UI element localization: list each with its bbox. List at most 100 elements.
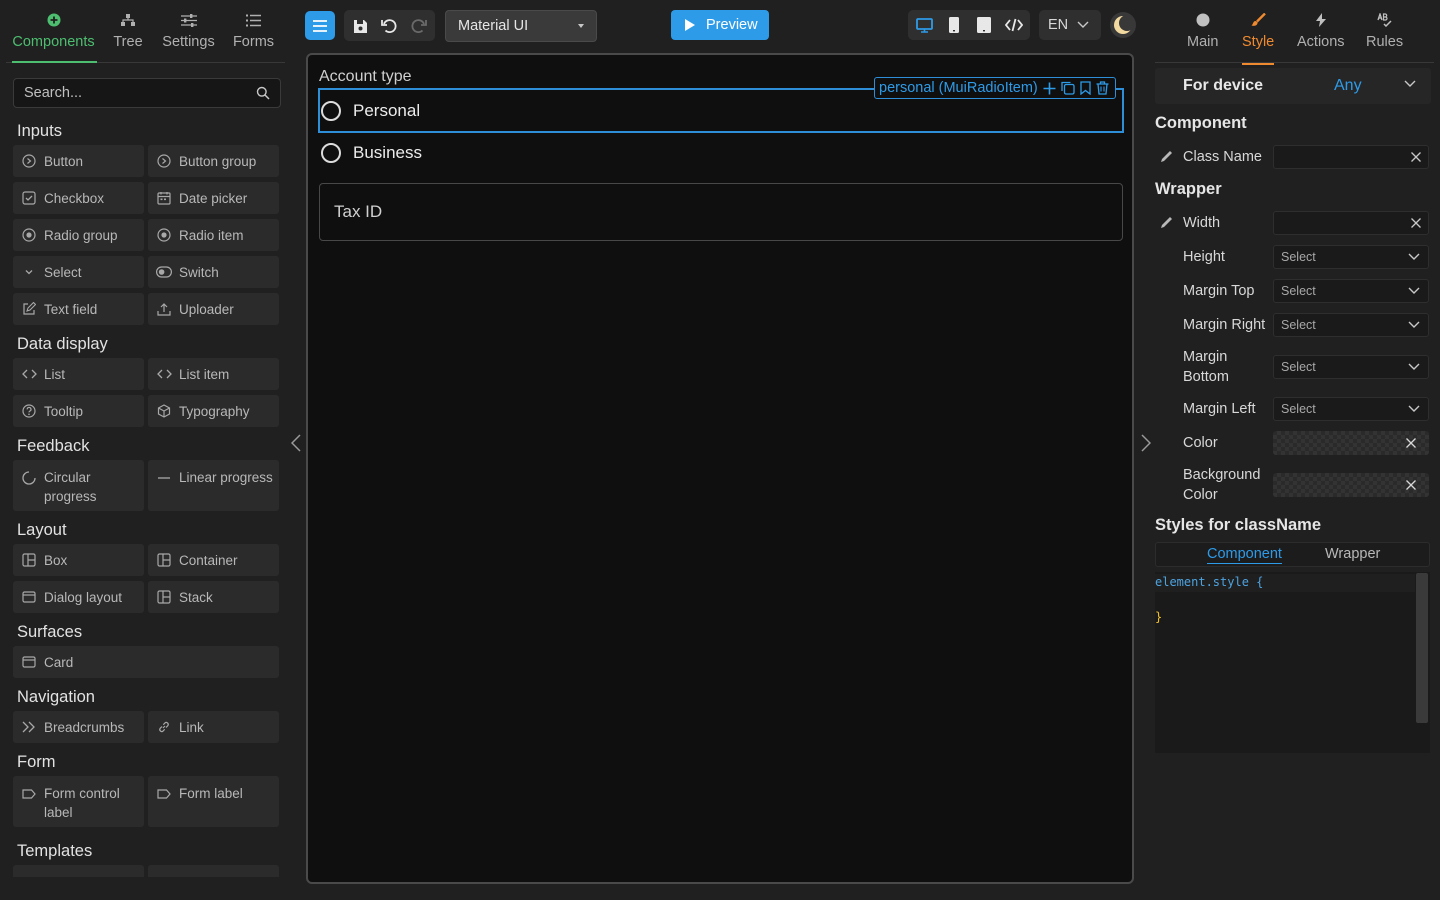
background-color-label: Background Color	[1183, 467, 1261, 503]
clear-icon[interactable]	[1410, 151, 1422, 163]
editor-scrollbar[interactable]	[1416, 573, 1428, 723]
search-icon[interactable]	[256, 86, 270, 100]
component-uploader[interactable]: Uploader	[148, 293, 279, 325]
component-list[interactable]: List	[13, 358, 144, 390]
mobile-icon[interactable]	[944, 15, 964, 35]
component-checkbox[interactable]: Checkbox	[13, 182, 144, 214]
menu-button[interactable]	[305, 11, 335, 40]
component-radio-item[interactable]: Radio item	[148, 219, 279, 251]
radio-item-business[interactable]: Business	[320, 140, 422, 165]
radio-circle[interactable]	[321, 100, 341, 121]
add-icon[interactable]	[1043, 82, 1056, 95]
layout-icon	[21, 552, 37, 568]
component-list-item[interactable]: List item	[148, 358, 279, 390]
preview-button[interactable]: Preview	[671, 10, 769, 40]
tab-actions[interactable]: Actions	[1297, 0, 1345, 50]
tab-style-wrapper[interactable]: Wrapper	[1325, 546, 1380, 562]
pencil-icon	[1159, 216, 1173, 230]
desktop-icon[interactable]	[914, 15, 934, 35]
chevron-down-icon	[1408, 286, 1420, 295]
component-stack[interactable]: Stack	[148, 581, 279, 613]
component-template[interactable]	[13, 865, 144, 877]
design-canvas[interactable]: Account type Personal personal (MuiRadio…	[306, 53, 1134, 884]
height-select[interactable]: Select	[1273, 245, 1429, 269]
redo-icon[interactable]	[409, 16, 429, 36]
margin-right-select[interactable]: Select	[1273, 313, 1429, 337]
clear-icon[interactable]	[1405, 437, 1417, 449]
component-date-picker[interactable]: Date picker	[148, 182, 279, 214]
tab-rules[interactable]: Rules	[1366, 0, 1403, 50]
component-linear-progress[interactable]: Linear progress	[148, 460, 279, 511]
component-link[interactable]: Link	[148, 711, 279, 743]
component-switch[interactable]: Switch	[148, 256, 279, 288]
preview-label: Preview	[706, 17, 758, 33]
component-form-label[interactable]: Form label	[148, 776, 279, 827]
component-template[interactable]	[148, 865, 279, 877]
undo-icon[interactable]	[379, 16, 399, 36]
theme-toggle[interactable]	[1110, 12, 1136, 38]
collapse-left-button[interactable]	[287, 430, 305, 456]
section-title-data-display: Data display	[17, 334, 108, 353]
margin-left-select[interactable]: Select	[1273, 397, 1429, 421]
component-breadcrumbs[interactable]: Breadcrumbs	[13, 711, 144, 743]
component-box[interactable]: Box	[13, 544, 144, 576]
code-icon[interactable]	[1004, 15, 1024, 35]
component-radio-group[interactable]: Radio group	[13, 219, 144, 251]
button-group-icon	[156, 153, 172, 169]
component-list: Inputs Button Button group Checkbox Date…	[13, 112, 280, 877]
device-select[interactable]: For device Any	[1155, 68, 1431, 104]
save-icon[interactable]	[350, 16, 370, 36]
tab-label: Tree	[113, 34, 143, 50]
tab-tree[interactable]: Tree	[101, 0, 155, 62]
search-input[interactable]	[24, 85, 256, 101]
tab-label: Main	[1187, 34, 1219, 50]
select-placeholder: Select	[1281, 284, 1316, 298]
framework-select[interactable]: Material UI	[445, 10, 597, 42]
width-input[interactable]	[1273, 211, 1429, 235]
margin-top-select[interactable]: Select	[1273, 279, 1429, 303]
component-text-field[interactable]: Text field	[13, 293, 144, 325]
component-container[interactable]: Container	[148, 544, 279, 576]
css-code-editor[interactable]: element.style { }	[1155, 572, 1430, 753]
color-picker[interactable]	[1273, 431, 1429, 455]
tax-id-field[interactable]: Tax ID	[319, 183, 1123, 241]
clear-icon[interactable]	[1405, 479, 1417, 491]
background-color-picker[interactable]	[1273, 473, 1429, 497]
component-section-title: Component	[1155, 114, 1247, 132]
tab-main[interactable]: Main	[1187, 0, 1218, 50]
duplicate-icon[interactable]	[1061, 81, 1075, 95]
radio-circle[interactable]	[321, 142, 341, 163]
component-label: Dialog layout	[44, 589, 123, 605]
bookmark-icon[interactable]	[1080, 81, 1091, 95]
class-name-input[interactable]	[1273, 145, 1429, 169]
component-button-group[interactable]: Button group	[148, 145, 279, 177]
component-card[interactable]: Card	[13, 646, 279, 678]
component-dialog-layout[interactable]: Dialog layout	[13, 581, 144, 613]
section-title-templates: Templates	[17, 841, 93, 860]
tab-style-component[interactable]: Component	[1207, 546, 1282, 564]
tab-settings[interactable]: Settings	[155, 0, 222, 62]
component-select[interactable]: Select	[13, 256, 144, 288]
language-select[interactable]: EN	[1039, 10, 1101, 40]
component-label: Button	[44, 153, 84, 169]
selected-element-badge: personal (MuiRadioItem)	[874, 77, 1116, 99]
trash-icon[interactable]	[1096, 81, 1109, 95]
component-form-control-label[interactable]: Form control label	[13, 776, 144, 827]
component-label: Breadcrumbs	[44, 719, 125, 735]
collapse-right-button[interactable]	[1137, 430, 1155, 456]
radio-icon	[21, 227, 37, 243]
component-label: Typography	[179, 403, 250, 419]
margin-bottom-select[interactable]: Select	[1273, 355, 1429, 379]
tab-components[interactable]: Components	[6, 0, 101, 63]
component-tooltip[interactable]: Tooltip	[13, 395, 144, 427]
tablet-icon[interactable]	[974, 15, 994, 35]
component-label: Card	[44, 654, 74, 670]
component-typography[interactable]: Typography	[148, 395, 279, 427]
device-toolbar	[908, 10, 1030, 40]
component-button[interactable]: Button	[13, 145, 144, 177]
component-circular-progress[interactable]: Circular progress	[13, 460, 144, 511]
tab-forms[interactable]: Forms	[222, 0, 285, 62]
tab-style[interactable]: Style	[1242, 0, 1275, 65]
component-label: Date picker	[179, 190, 248, 206]
clear-icon[interactable]	[1410, 217, 1422, 229]
